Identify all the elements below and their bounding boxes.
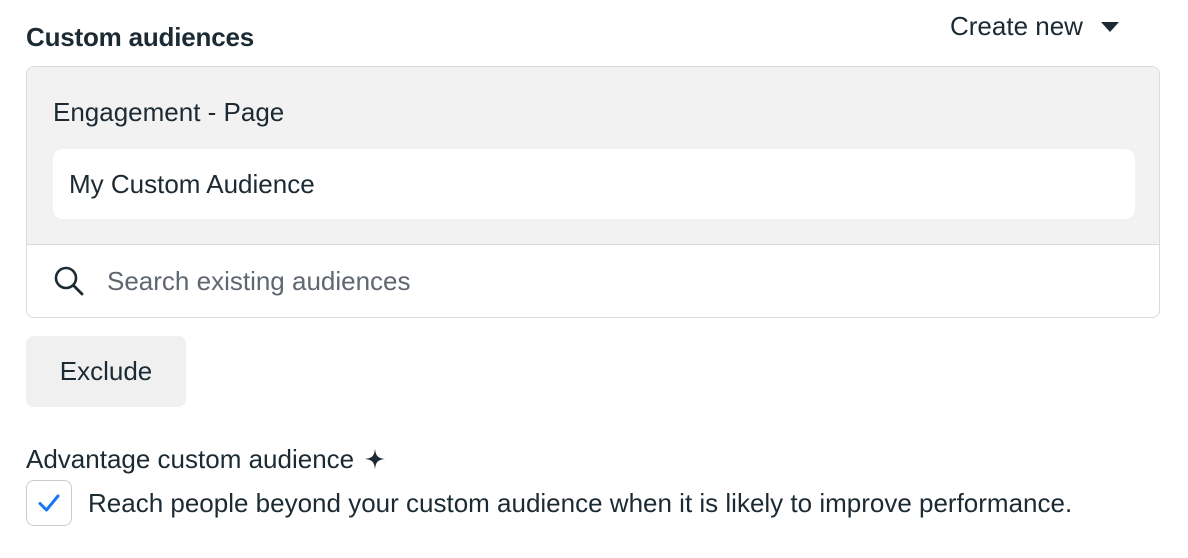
audience-group-label: Engagement - Page <box>53 97 285 127</box>
selected-audiences-panel: Engagement - Page My Custom Audience <box>27 67 1159 245</box>
caret-down-icon <box>1100 22 1119 32</box>
checkmark-icon <box>38 494 60 512</box>
search-icon <box>54 266 84 296</box>
advantage-custom-audience-heading: Advantage custom audience <box>26 442 386 476</box>
section-title: Custom audiences <box>26 22 254 52</box>
audience-search-row <box>27 245 1159 317</box>
advantage-checkbox[interactable] <box>26 480 72 526</box>
advantage-checkbox-row: Reach people beyond your custom audience… <box>26 478 1072 528</box>
custom-audience-selector: Engagement - Page My Custom Audience <box>26 66 1160 318</box>
create-new-dropdown[interactable]: Create new <box>950 10 1119 42</box>
exclude-button[interactable]: Exclude <box>26 336 186 407</box>
advantage-custom-audience-label: Advantage custom audience <box>26 443 355 474</box>
selected-audience-item[interactable]: My Custom Audience <box>53 149 1135 219</box>
create-new-label: Create new <box>950 10 1083 41</box>
advantage-checkbox-label: Reach people beyond your custom audience… <box>88 487 1073 518</box>
sparkle-icon <box>365 448 386 470</box>
search-audiences-input[interactable] <box>107 259 1107 303</box>
